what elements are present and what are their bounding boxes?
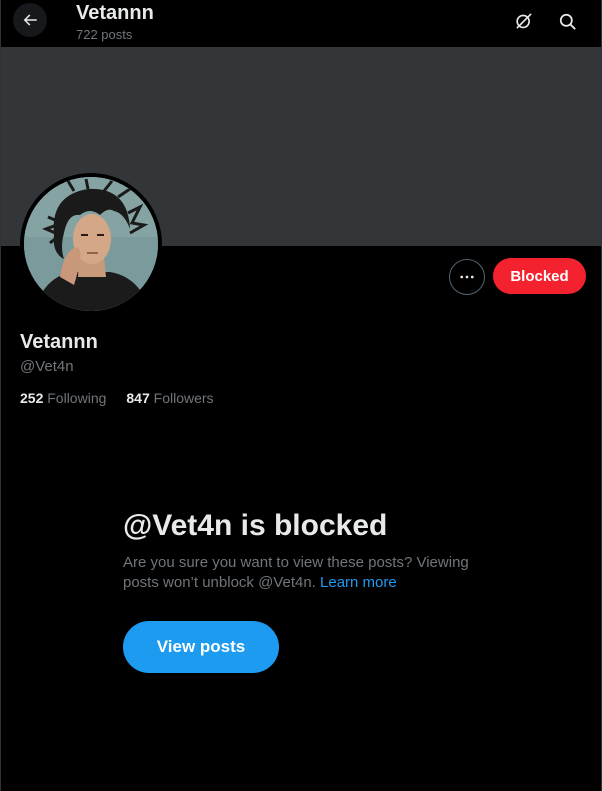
header-title: Vetannn (76, 2, 154, 24)
profile-avatar[interactable] (20, 173, 162, 315)
top-header: Vetannn 722 posts (1, 0, 601, 46)
more-options-button[interactable] (449, 259, 485, 295)
arrow-left-icon (21, 11, 39, 29)
profile-handle: @Vet4n (20, 358, 74, 375)
blocked-button[interactable]: Blocked (493, 258, 586, 294)
search-icon (558, 12, 577, 31)
posts-count: 722 posts (76, 27, 133, 42)
followers-count: 847 (126, 390, 150, 406)
followers-label: Followers (153, 390, 214, 406)
more-horizontal-icon (458, 268, 476, 286)
blocked-notice-description: Are you sure you want to view these post… (123, 553, 493, 593)
profile-display-name: Vetannn (20, 331, 98, 353)
profile-stats: 252 Following 847 Followers (20, 390, 214, 406)
following-label: Following (47, 390, 107, 406)
following-link[interactable]: 252 Following (20, 390, 106, 406)
following-count: 252 (20, 390, 44, 406)
profile-page: Vetannn 722 posts Blocked Vetannn @Vet4n… (0, 0, 602, 791)
blocked-notice-title: @Vet4n is blocked (123, 509, 388, 542)
learn-more-link[interactable]: Learn more (320, 574, 397, 591)
avatar-image (24, 177, 158, 311)
view-posts-button[interactable]: View posts (123, 621, 279, 673)
blocked-notice-text: Are you sure you want to view these post… (123, 554, 469, 591)
followers-link[interactable]: 847 Followers (126, 390, 213, 406)
back-button[interactable] (13, 3, 47, 37)
search-button[interactable] (550, 4, 584, 38)
grok-icon (514, 11, 534, 31)
grok-button[interactable] (507, 4, 541, 38)
